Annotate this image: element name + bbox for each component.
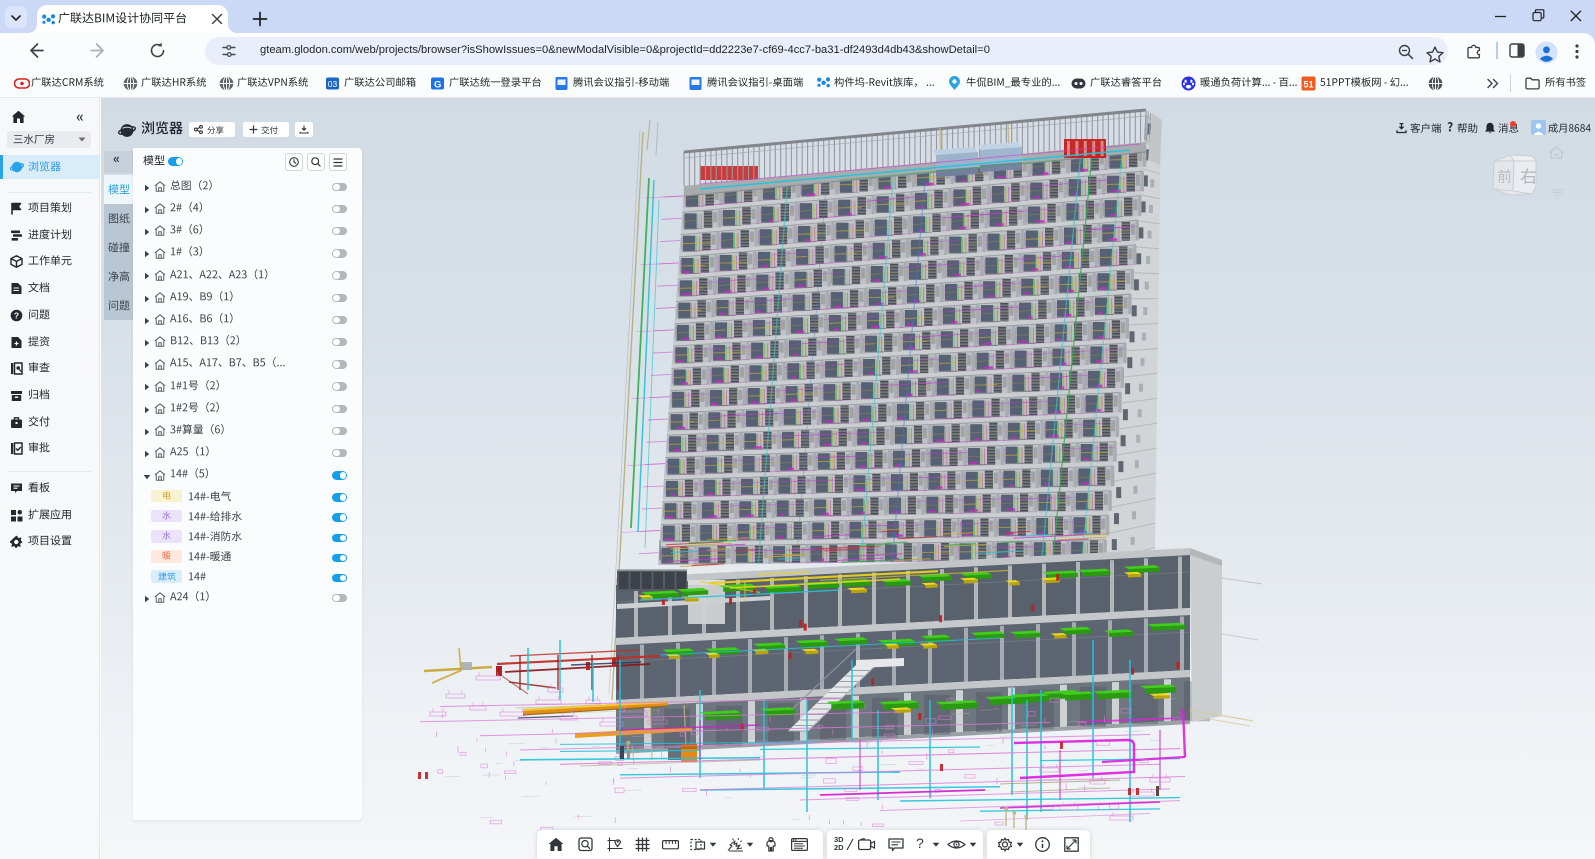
svg-text:?: ? (14, 310, 19, 320)
